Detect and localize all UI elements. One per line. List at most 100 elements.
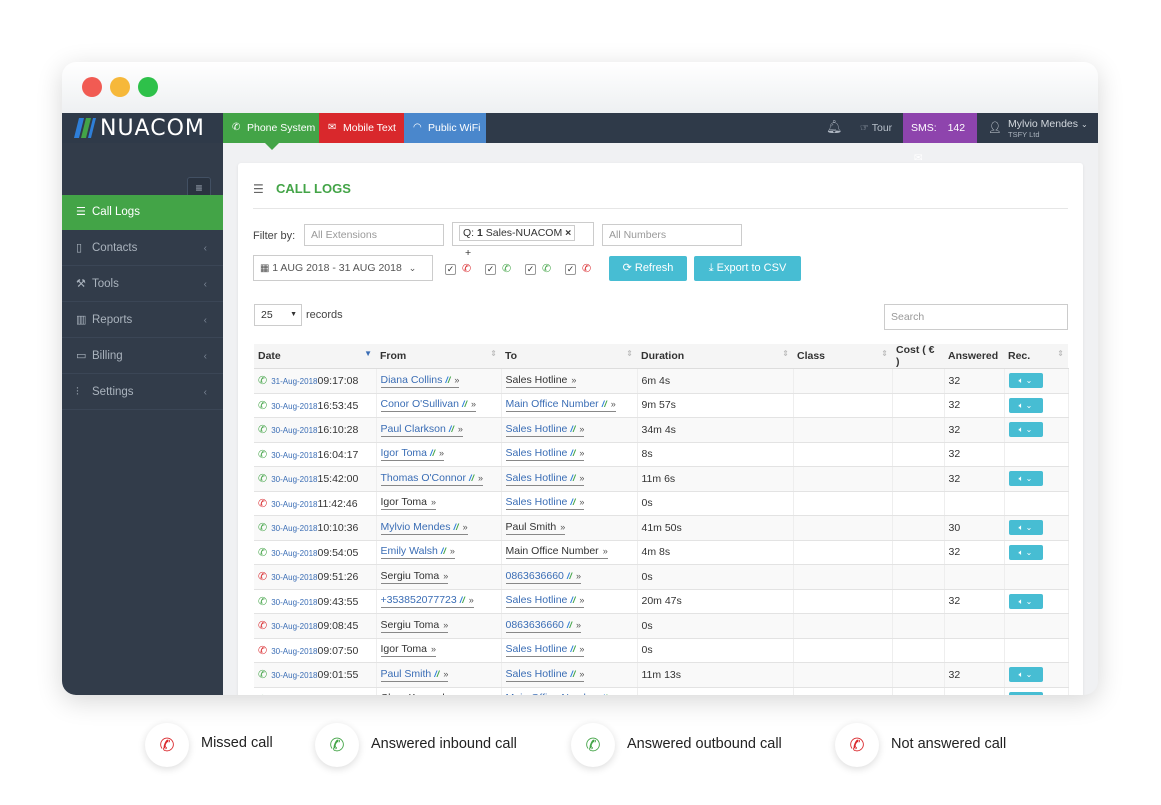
play-recording-button[interactable]: 🔈︎ ⌄	[1008, 544, 1043, 560]
cell-from[interactable]: Paul Clarkson// »	[376, 417, 502, 443]
date-range-picker[interactable]: ▦ 1 AUG 2018 - 31 AUG 2018 ⌄	[253, 255, 433, 281]
chevron-double-down-icon[interactable]: »	[576, 620, 581, 630]
minimize-window-button[interactable]	[110, 77, 130, 97]
column-header-rec[interactable]: Rec. ⇕	[1004, 344, 1068, 369]
callee-name[interactable]: Sales Hotline	[506, 496, 568, 508]
caller-name[interactable]: Igor Toma	[381, 447, 428, 459]
chevron-double-down-icon[interactable]: »	[579, 448, 584, 458]
sidebar-item-contacts[interactable]: ▯ Contacts ‹	[62, 231, 223, 266]
play-recording-button[interactable]: 🔈︎ ⌄	[1008, 667, 1043, 683]
logo[interactable]: NUACOM	[74, 116, 205, 141]
callee-name[interactable]: Main Office Number	[506, 398, 599, 410]
chevron-double-down-icon[interactable]: »	[579, 595, 584, 605]
cell-from[interactable]: +353852077723// »	[376, 589, 502, 614]
queue-filter-input[interactable]: Q: 1 Sales-NUACOM × +	[452, 222, 594, 259]
column-header-date[interactable]: Date ▼	[254, 344, 376, 369]
cell-from[interactable]: Sergiu Toma»	[376, 613, 502, 639]
caller-name[interactable]: Paul Smith	[381, 668, 432, 680]
table-row[interactable]: ✆ 30-Aug-201815:42:00 Thomas O'Connor//» Sa…	[254, 466, 1069, 492]
play-recording-button[interactable]: 🔈︎ ⌄	[1008, 593, 1043, 609]
chevron-double-down-icon[interactable]: »	[454, 693, 459, 695]
filter-missed-checkbox[interactable]: ✓	[445, 264, 456, 275]
column-header-answered[interactable]: Answered	[944, 344, 1004, 369]
tab-mobile-text[interactable]: ✉ Mobile Text	[319, 113, 404, 143]
chevron-double-down-icon[interactable]: »	[469, 595, 474, 605]
table-row[interactable]: ✆ 31-Aug-201809:17:08 Diana Collins//» Sale…	[254, 368, 1069, 394]
column-header-from[interactable]: From ⇕	[376, 344, 501, 369]
cell-from[interactable]: Sergiu Toma»	[376, 564, 502, 590]
callee-name[interactable]: Sales Hotline	[506, 447, 568, 459]
callee-name[interactable]: 0863636660	[506, 619, 564, 631]
cell-from[interactable]: Clare Kennedy »	[376, 687, 502, 695]
chevron-double-down-icon[interactable]: »	[454, 375, 459, 385]
cell-from[interactable]: Igor Toma//»	[376, 442, 502, 467]
chevron-double-down-icon[interactable]: »	[611, 693, 616, 695]
caller-name[interactable]: Conor O'Sullivan	[381, 398, 459, 410]
cell-to[interactable]: 0863636660// »	[501, 613, 638, 639]
chevron-double-down-icon[interactable]: »	[431, 644, 436, 654]
table-row[interactable]: ✆ 30-Aug-201809:08:45 Sergiu Toma» 08636366…	[254, 613, 1069, 639]
tour-button[interactable]: ☞ Tour	[860, 113, 892, 143]
chevron-double-down-icon[interactable]: »	[450, 546, 455, 556]
caller-name[interactable]: Diana Collins	[381, 374, 443, 386]
column-header-cost[interactable]: Cost ( € )	[892, 344, 944, 369]
remove-tag-icon[interactable]: ×	[565, 227, 571, 239]
callee-name[interactable]: 0863636660	[506, 570, 564, 582]
cell-from[interactable]: Paul Smith//»	[376, 662, 502, 688]
callee-name[interactable]: Sales Hotline	[506, 472, 568, 484]
cell-to[interactable]: 0863636660// »	[501, 564, 638, 590]
maximize-window-button[interactable]	[138, 77, 158, 97]
callee-name[interactable]: Sales Hotline	[506, 594, 568, 606]
sidebar-item-tools[interactable]: ⚒ Tools ‹	[62, 267, 223, 302]
sidebar-item-call-logs[interactable]: ☰ Call Logs	[62, 195, 223, 230]
chevron-double-down-icon[interactable]: »	[443, 669, 448, 679]
chevron-double-down-icon[interactable]: »	[579, 424, 584, 434]
chevron-double-down-icon[interactable]: »	[579, 669, 584, 679]
cell-to[interactable]: Sales Hotline//»	[501, 638, 638, 663]
column-header-class[interactable]: Class ⇕	[793, 344, 892, 369]
chevron-double-down-icon[interactable]: »	[579, 497, 584, 507]
callee-name[interactable]: Sales Hotline	[506, 643, 568, 655]
cell-to[interactable]: Main Office Number// »	[501, 393, 638, 418]
filter-outbound-checkbox[interactable]: ✓	[525, 264, 536, 275]
chevron-double-down-icon[interactable]: »	[443, 571, 448, 581]
cell-to[interactable]: Sales Hotline//»	[501, 466, 638, 492]
chevron-double-down-icon[interactable]: »	[478, 473, 483, 483]
play-recording-button[interactable]: 🔈︎ ⌄	[1008, 691, 1043, 695]
table-row[interactable]: ✆ 30-Aug-201816:04:17 Igor Toma//» Sales Ho…	[254, 442, 1069, 467]
cell-from[interactable]: Diana Collins//»	[376, 368, 502, 394]
cell-from[interactable]: Igor Toma»	[376, 638, 502, 663]
table-row[interactable]: ✆ 30-Aug-201816:10:28 Paul Clarkson//» Sale…	[254, 417, 1069, 443]
numbers-filter-input[interactable]: All Numbers	[602, 224, 742, 246]
page-size-select[interactable]: 25 ▼	[254, 304, 302, 326]
export-csv-button[interactable]: ⤓ Export to CSV	[694, 256, 801, 281]
chevron-double-down-icon[interactable]: »	[443, 620, 448, 630]
table-row[interactable]: ✆ 30-Aug-201809:51:26 Sergiu Toma» 08636366…	[254, 564, 1069, 590]
table-row[interactable]: ✆ 30-Aug-201811:42:46 Igor Toma» Sales Hotl…	[254, 491, 1069, 516]
table-row[interactable]: ✆ 30-Aug-201809:54:05 Emily Walsh//» Main O…	[254, 540, 1069, 565]
caller-name[interactable]: Emily Walsh	[381, 545, 438, 557]
table-row[interactable]: ✆ 30-Aug-201809:43:55 +353852077723//» Sale…	[254, 589, 1069, 614]
callee-name[interactable]: Main Office Number	[506, 692, 599, 695]
table-row[interactable]: ✆30-Aug-201809:00:24Clare Kennedy»Main O…	[254, 687, 1069, 695]
play-recording-button[interactable]: 🔈︎ ⌄	[1008, 520, 1043, 536]
filter-not-answered-checkbox[interactable]: ✓	[565, 264, 576, 275]
table-row[interactable]: ✆ 30-Aug-201816:53:45 Conor O'Sullivan//» M…	[254, 393, 1069, 418]
close-window-button[interactable]	[82, 77, 102, 97]
chevron-double-down-icon[interactable]: »	[576, 571, 581, 581]
table-row[interactable]: ✆ 30-Aug-201809:01:55 Paul Smith//» Sales H…	[254, 662, 1069, 688]
sidebar-item-reports[interactable]: ▥ Reports ‹	[62, 303, 223, 338]
chevron-double-down-icon[interactable]: »	[579, 473, 584, 483]
cell-from[interactable]: Conor O'Sullivan// »	[376, 393, 502, 418]
cell-to[interactable]: Sales Hotline//»	[501, 417, 638, 443]
sms-credits-button[interactable]: SMS: 142 ✉	[903, 113, 977, 164]
caller-name[interactable]: Paul Clarkson	[381, 423, 446, 435]
play-recording-button[interactable]: 🔈︎ ⌄	[1008, 373, 1043, 389]
column-header-to[interactable]: To ⇕	[501, 344, 637, 369]
chevron-double-down-icon[interactable]: »	[560, 522, 565, 532]
caller-name[interactable]: +353852077723	[381, 594, 457, 606]
table-row[interactable]: ✆ 30-Aug-201809:07:50 Igor Toma» Sales Hotl…	[254, 638, 1069, 663]
cell-to[interactable]: Paul Smith»	[501, 515, 638, 541]
caller-name[interactable]: Thomas O'Connor	[381, 472, 466, 484]
play-recording-button[interactable]: 🔈︎ ⌄	[1008, 471, 1043, 487]
